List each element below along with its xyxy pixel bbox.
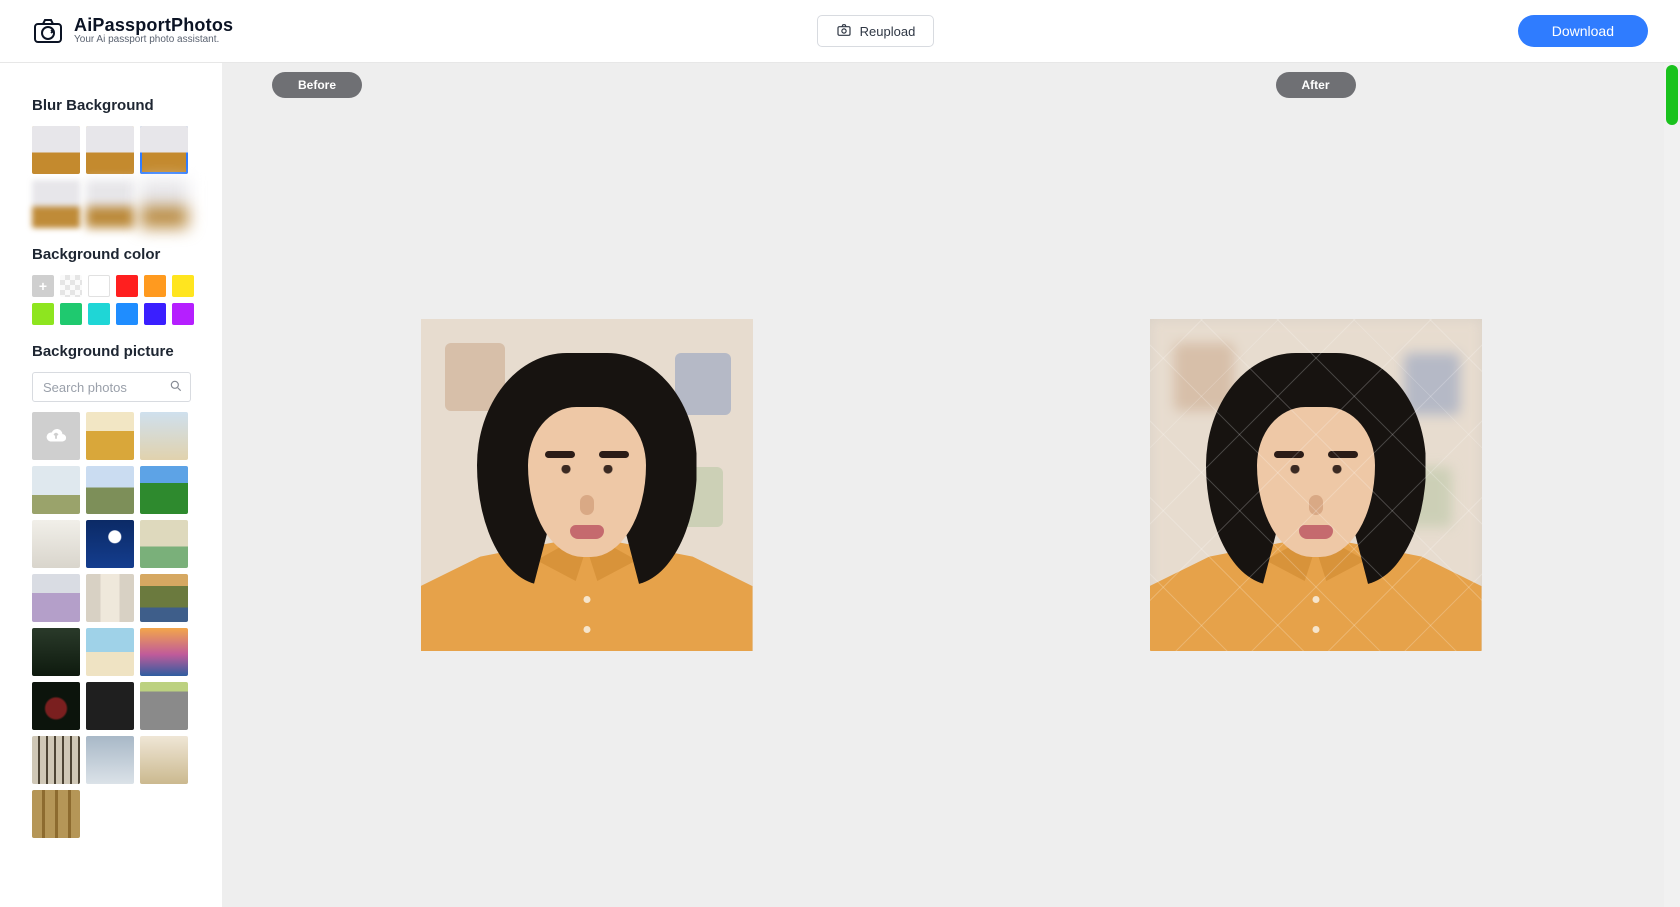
blur-thumb-level-2[interactable]	[140, 126, 188, 174]
header-center: Reupload	[233, 15, 1518, 47]
main: Blur Background Background color + Backg…	[0, 63, 1680, 907]
bg-thumb-15[interactable]	[32, 682, 80, 730]
blur-thumb-level-3[interactable]	[32, 180, 80, 228]
bg-thumb-2[interactable]	[140, 412, 188, 460]
download-label: Download	[1552, 23, 1614, 39]
bg-thumbs	[32, 412, 204, 838]
color-1fd6d6[interactable]	[88, 303, 110, 325]
logo-subtitle: Your Ai passport photo assistant.	[74, 35, 233, 46]
bg-thumb-7[interactable]	[86, 520, 134, 568]
reupload-button[interactable]: Reupload	[817, 15, 935, 47]
color-ffe51f[interactable]	[172, 275, 194, 297]
logo[interactable]: AiPassportPhotos Your Ai passport photo …	[32, 15, 233, 47]
color-1f8dff[interactable]	[116, 303, 138, 325]
bg-thumb-10[interactable]	[86, 574, 134, 622]
preview-pane: Before After	[222, 63, 1680, 907]
color-swatches: +	[32, 275, 204, 325]
bg-thumb-4[interactable]	[86, 466, 134, 514]
camera-logo-icon	[32, 15, 64, 47]
scrollbar-thumb[interactable]	[1666, 65, 1678, 125]
bg-thumb-19[interactable]	[86, 736, 134, 784]
bg-thumb-1[interactable]	[86, 412, 134, 460]
section-background-picture: Background picture	[0, 325, 222, 838]
blur-thumb-level-4[interactable]	[86, 180, 134, 228]
bg-thumb-20[interactable]	[140, 736, 188, 784]
sidebar: Blur Background Background color + Backg…	[0, 63, 222, 907]
color-ffffff[interactable]	[88, 275, 110, 297]
bg-thumb-13[interactable]	[86, 628, 134, 676]
blur-thumb-level-5[interactable]	[140, 180, 188, 228]
bg-thumb-11[interactable]	[140, 574, 188, 622]
blur-thumb-level-0[interactable]	[32, 126, 80, 174]
blur-thumbs	[32, 126, 204, 228]
before-photo	[421, 319, 753, 651]
color-ff1f1f[interactable]	[116, 275, 138, 297]
bg-thumb-12[interactable]	[32, 628, 80, 676]
after-photo	[1150, 319, 1482, 651]
bg-thumb-16[interactable]	[86, 682, 134, 730]
search-wrap	[32, 372, 191, 402]
color-1fc96f[interactable]	[60, 303, 82, 325]
bg-thumb-14[interactable]	[140, 628, 188, 676]
logo-title: AiPassportPhotos	[74, 16, 233, 35]
color-8ee51f[interactable]	[32, 303, 54, 325]
bg-thumb-18[interactable]	[32, 736, 80, 784]
reupload-label: Reupload	[860, 24, 916, 39]
after-half: After	[951, 63, 1680, 907]
bg-thumb-17[interactable]	[140, 682, 188, 730]
color-title: Background color	[32, 246, 204, 263]
before-badge: Before	[272, 72, 362, 98]
bg-thumb-9[interactable]	[32, 574, 80, 622]
download-button[interactable]: Download	[1518, 15, 1648, 47]
section-blur-background: Blur Background	[0, 79, 222, 228]
add-color-button[interactable]: +	[32, 275, 54, 297]
color-3a1fff[interactable]	[144, 303, 166, 325]
color-transparent[interactable]	[60, 275, 82, 297]
bg-thumb-21[interactable]	[32, 790, 80, 838]
bg-thumb-3[interactable]	[32, 466, 80, 514]
scrollbar[interactable]	[1664, 63, 1680, 907]
bg-thumb-5[interactable]	[140, 466, 188, 514]
color-b51fff[interactable]	[172, 303, 194, 325]
picture-title: Background picture	[32, 343, 204, 360]
header: AiPassportPhotos Your Ai passport photo …	[0, 0, 1680, 63]
search-input[interactable]	[32, 372, 191, 402]
blur-title: Blur Background	[32, 97, 204, 114]
bg-thumb-6[interactable]	[32, 520, 80, 568]
before-half: Before	[222, 63, 951, 907]
color-ff9a1f[interactable]	[144, 275, 166, 297]
camera-icon	[836, 22, 852, 41]
after-badge: After	[1275, 72, 1355, 98]
upload-background-button[interactable]	[32, 412, 80, 460]
blur-thumb-level-1[interactable]	[86, 126, 134, 174]
section-background-color: Background color +	[0, 228, 222, 325]
bg-thumb-8[interactable]	[140, 520, 188, 568]
